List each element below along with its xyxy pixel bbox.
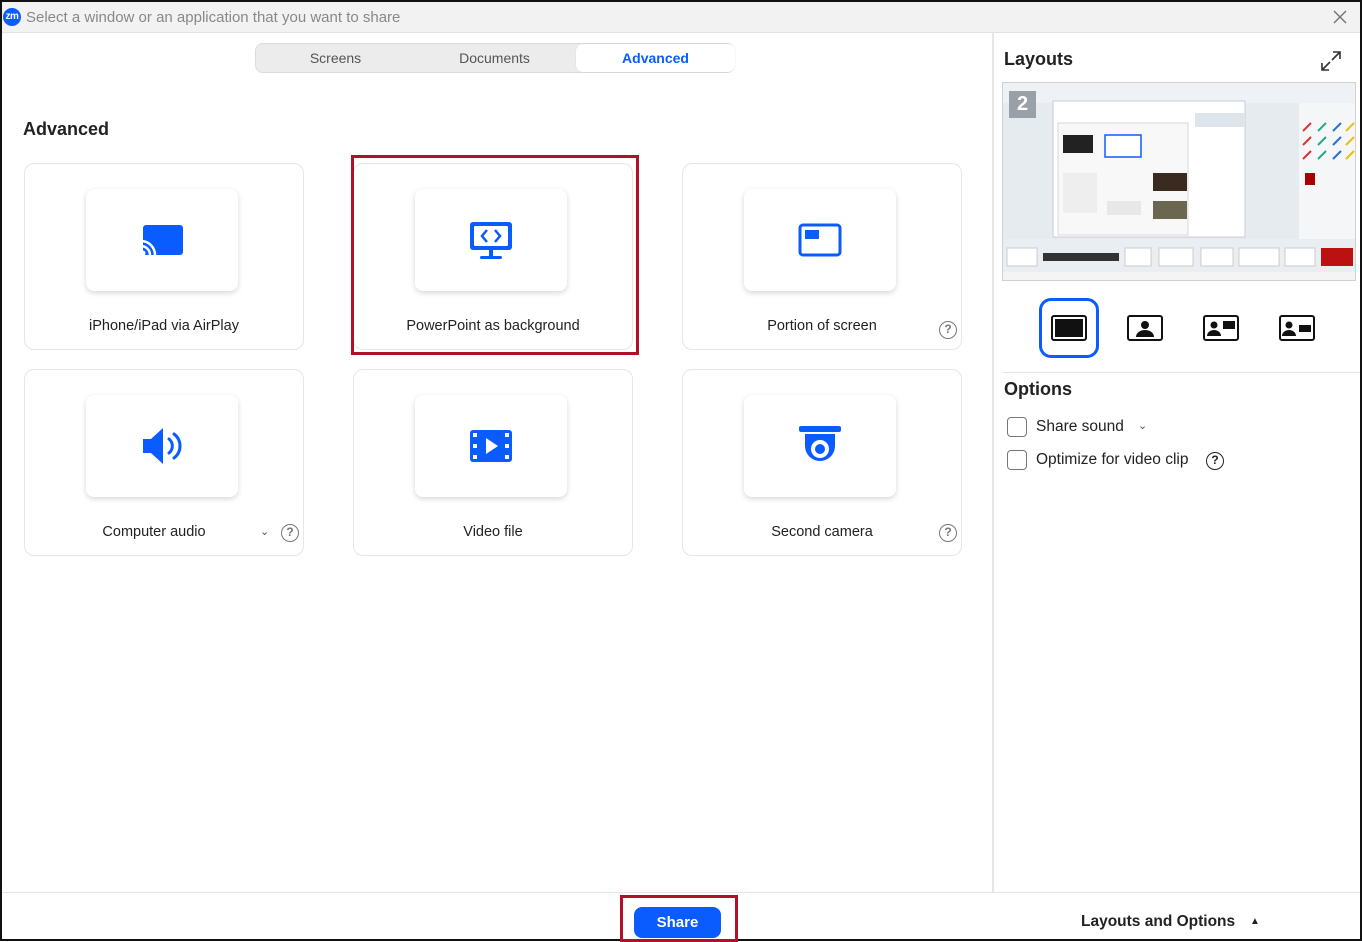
second-camera-card[interactable]: Second camera ? — [682, 369, 962, 556]
panel-divider — [992, 33, 994, 893]
video-file-card[interactable]: Video file — [353, 369, 633, 556]
chevron-down-icon[interactable]: ⌄ — [260, 525, 269, 538]
title-bar: zm Select a window or an application tha… — [2, 2, 1360, 33]
audio-label: Computer audio — [102, 524, 206, 540]
portion-tile — [744, 189, 896, 291]
tab-screens[interactable]: Screens — [256, 44, 415, 72]
share-highlight-box — [620, 895, 738, 942]
airplay-tile — [86, 189, 238, 291]
airplay-icon — [140, 225, 183, 256]
speaker-icon — [143, 428, 182, 464]
presenter-right-layout-icon — [1279, 315, 1315, 341]
optimize-video-label: Optimize for video clip — [1036, 451, 1189, 468]
expand-button[interactable] — [1320, 50, 1342, 72]
layouts-and-options-toggle[interactable]: Layouts and Options — [1081, 913, 1235, 931]
camera-tile — [744, 395, 896, 497]
layout-side-by-side-left-button[interactable] — [1191, 298, 1251, 358]
options-title: Options — [1004, 379, 1072, 399]
audio-tile — [86, 395, 238, 497]
zoom-logo: zm — [3, 8, 21, 26]
layouts-title: Layouts — [1004, 49, 1074, 69]
options-divider — [1002, 372, 1360, 373]
portion-of-screen-icon — [798, 223, 842, 257]
help-icon[interactable]: ? — [939, 321, 957, 339]
optimize-video-checkbox[interactable] — [1007, 450, 1027, 470]
powerpoint-highlight-box — [351, 155, 639, 355]
video-file-icon — [470, 430, 512, 462]
optimize-video-option: Optimize for video clip ? — [1007, 450, 1237, 472]
section-title: Advanced — [23, 119, 110, 139]
share-screen-window: zm Select a window or an application tha… — [0, 0, 1362, 942]
screen-preview-image — [1003, 83, 1355, 280]
camera-icon — [799, 426, 841, 461]
preview-number-badge: 2 — [1009, 91, 1036, 118]
layout-picture-in-picture-button[interactable] — [1115, 298, 1175, 358]
camera-label: Second camera — [771, 524, 873, 540]
window-title: Select a window or an application that y… — [26, 9, 401, 26]
close-button[interactable] — [1330, 7, 1350, 27]
layout-side-by-side-right-button[interactable] — [1267, 298, 1327, 358]
layout-screen-only-button[interactable] — [1039, 298, 1099, 358]
airplay-card[interactable]: iPhone/iPad via AirPlay — [24, 163, 304, 350]
video-tile — [415, 395, 567, 497]
screen-only-layout-icon — [1051, 315, 1087, 341]
expand-icon — [1321, 51, 1341, 71]
help-icon[interactable]: ? — [281, 524, 299, 542]
computer-audio-card[interactable]: Computer audio ⌄ ? — [24, 369, 304, 556]
share-sound-option: Share sound ⌄ — [1007, 417, 1167, 439]
share-tabs: Screens Documents Advanced — [255, 43, 735, 73]
portion-label: Portion of screen — [767, 318, 877, 334]
video-label: Video file — [463, 524, 523, 540]
tab-advanced[interactable]: Advanced — [576, 44, 735, 72]
close-icon — [1333, 10, 1347, 24]
layout-preview: 2 — [1002, 82, 1356, 281]
tab-documents[interactable]: Documents — [415, 44, 574, 72]
chevron-down-icon[interactable]: ⌄ — [1138, 419, 1147, 432]
help-icon[interactable]: ? — [1206, 452, 1224, 470]
share-sound-checkbox[interactable] — [1007, 417, 1027, 437]
caret-up-icon[interactable]: ▲ — [1250, 916, 1260, 927]
portion-of-screen-card[interactable]: Portion of screen ? — [682, 163, 962, 350]
presenter-left-layout-icon — [1203, 315, 1239, 341]
airplay-label: iPhone/iPad via AirPlay — [89, 318, 239, 334]
bottom-divider — [2, 892, 1360, 893]
picture-in-picture-layout-icon — [1127, 315, 1163, 341]
share-sound-label: Share sound — [1036, 418, 1124, 435]
help-icon[interactable]: ? — [939, 524, 957, 542]
